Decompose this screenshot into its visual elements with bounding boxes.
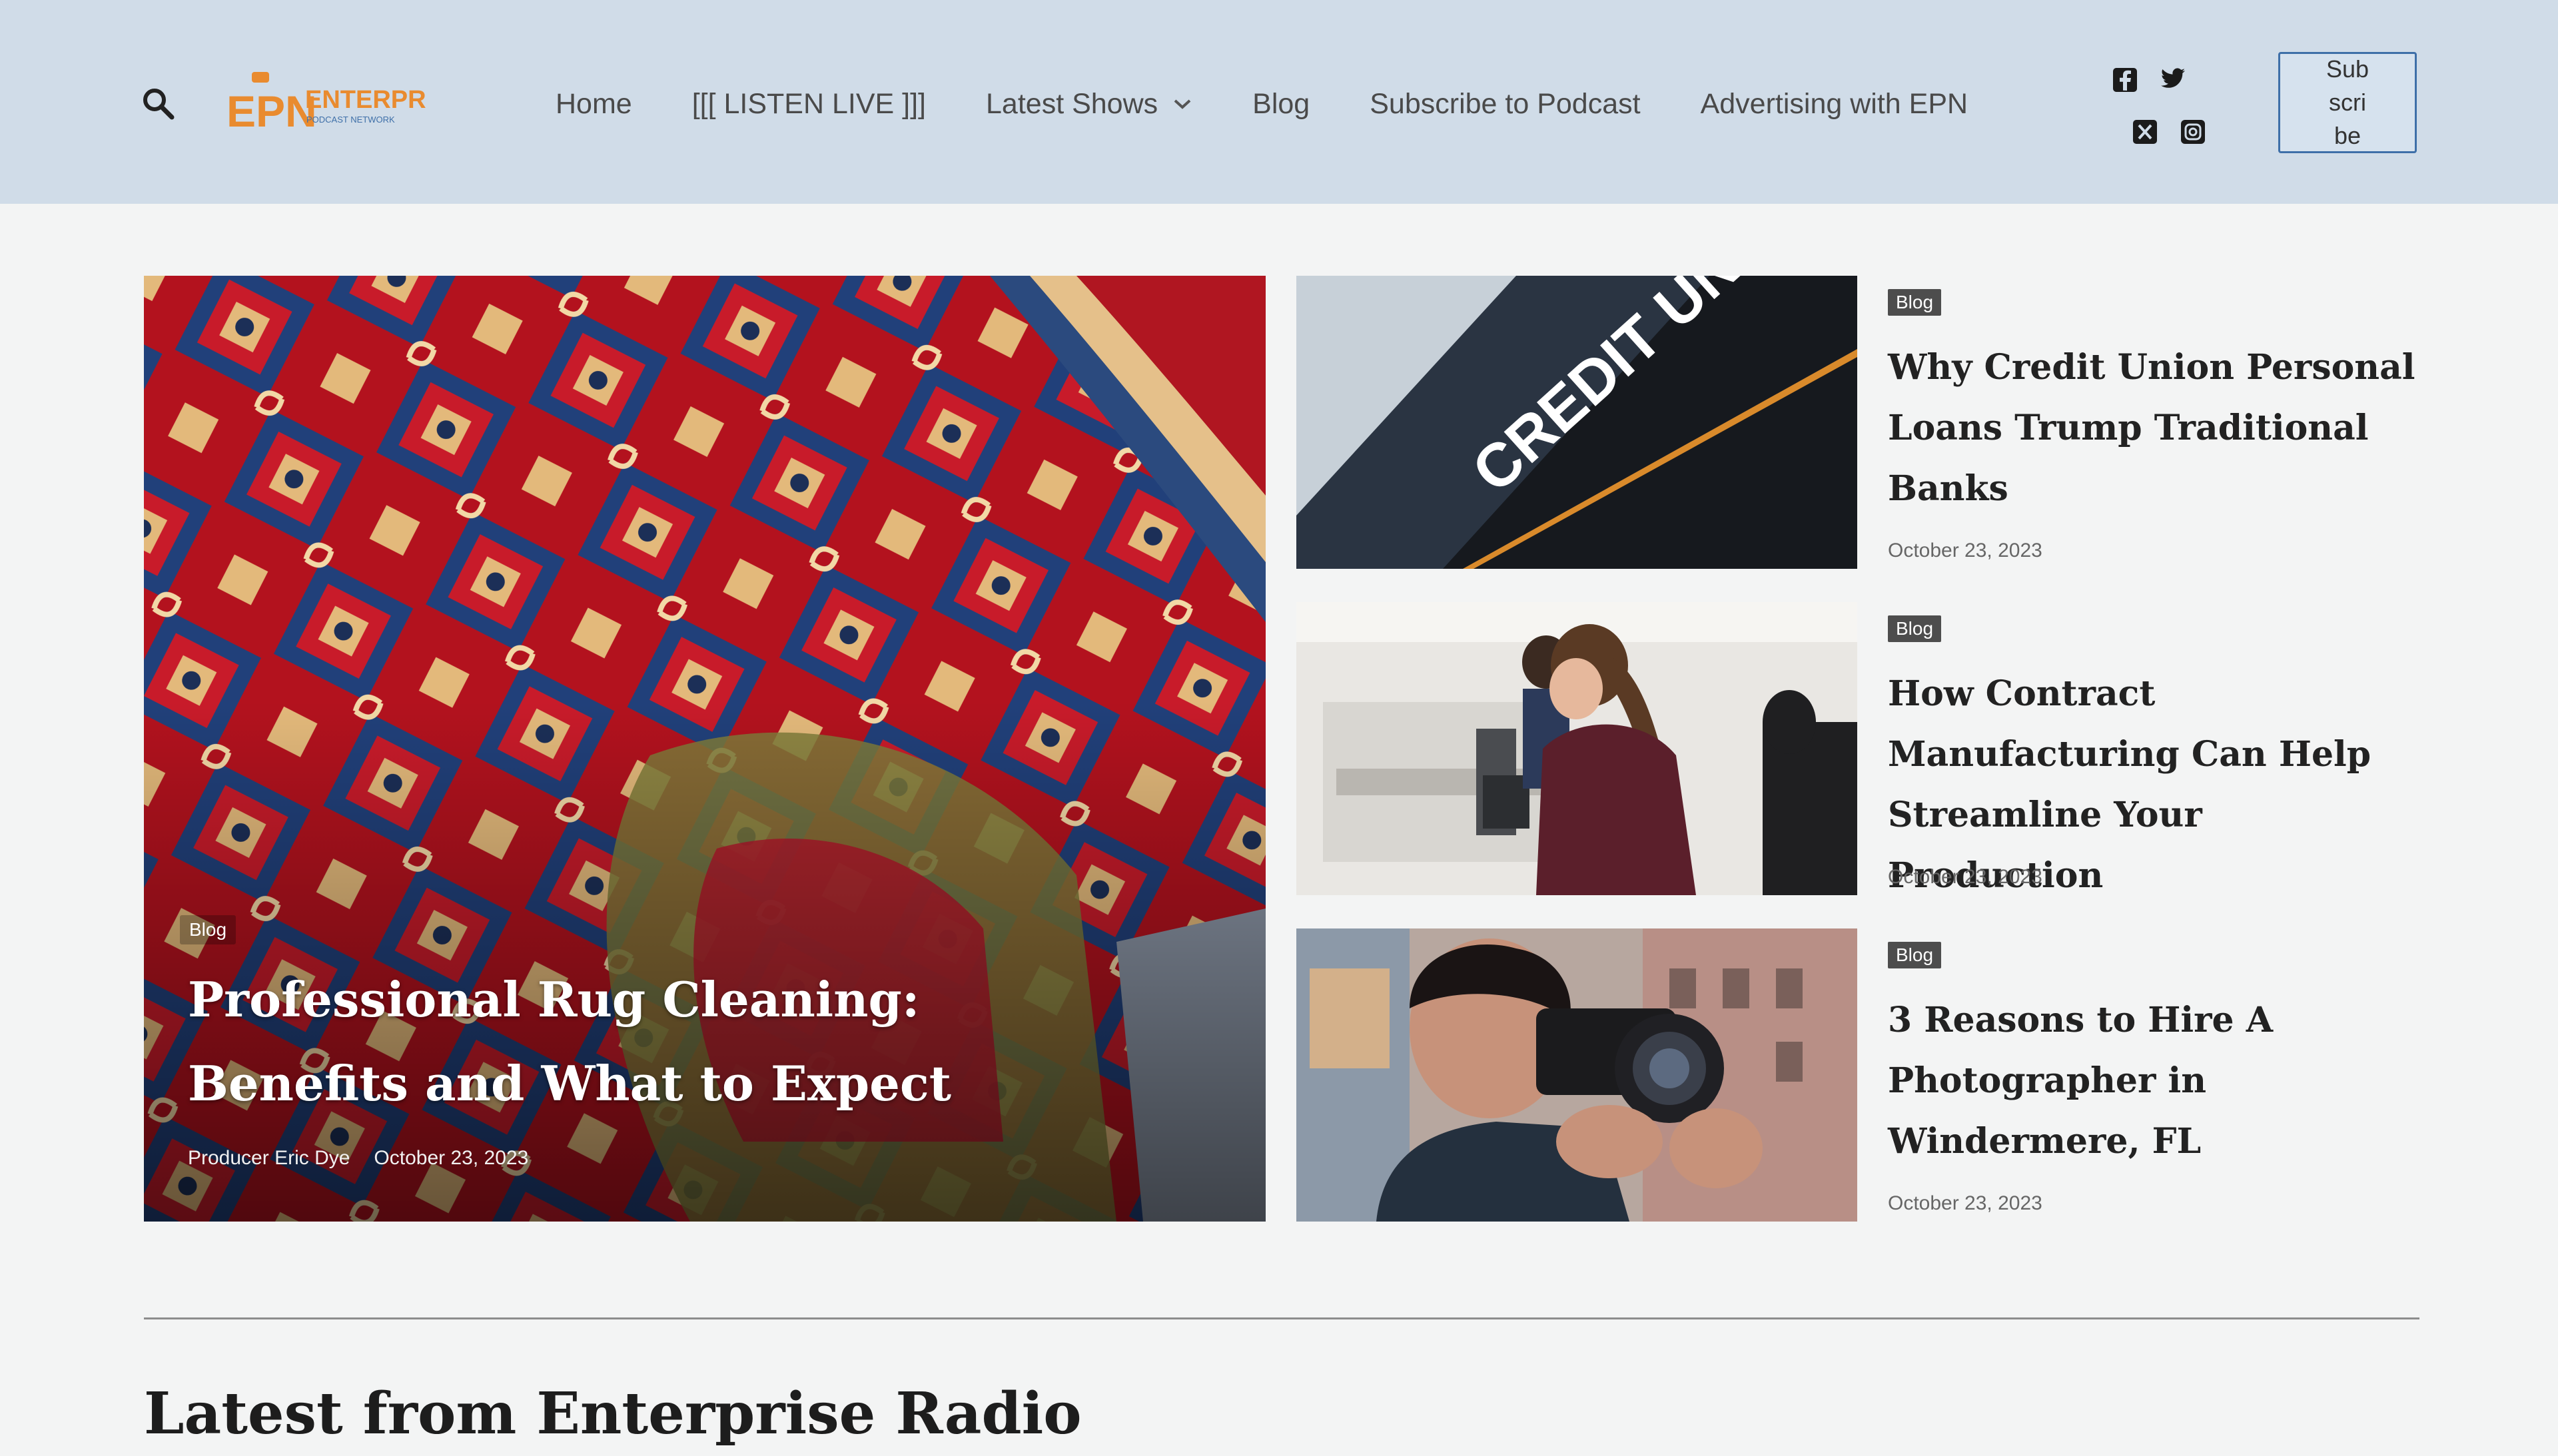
logo-secondary: ENTERPRISE (305, 86, 426, 114)
hero-category-badge[interactable]: Blog (180, 915, 236, 944)
post-3-category-badge[interactable]: Blog (1888, 942, 1942, 968)
hero-date: October 23, 2023 (374, 1147, 529, 1169)
post-1-image[interactable]: CREDIT UNION (1296, 276, 1857, 569)
credit-union-sign-image: CREDIT UNION (1296, 276, 1857, 569)
section-divider (144, 1317, 2419, 1319)
facebook-icon[interactable] (2112, 67, 2138, 93)
site-header: EPN ENTERPRISE PODCAST NETWORK Home [[[ … (0, 0, 2558, 204)
post-2-date: October 23, 2023 (1888, 866, 2042, 888)
post-1-category-badge[interactable]: Blog (1888, 289, 1942, 316)
post-3-date: October 23, 2023 (1888, 1192, 2042, 1214)
nav-label: [[[ LISTEN LIVE ]]] (691, 87, 926, 120)
post-2-image[interactable] (1296, 602, 1857, 895)
hero-title[interactable]: Professional Rug Cleaning: Benefits and … (188, 958, 1147, 1126)
nav-item-subscribe-podcast[interactable]: Subscribe to Podcast (1370, 88, 1640, 121)
hero-author[interactable]: Producer Eric Dye (188, 1147, 350, 1169)
post-2-category-badge[interactable]: Blog (1888, 615, 1942, 642)
subscribe-label: Subscribe (2326, 55, 2369, 149)
post-3-image[interactable] (1296, 928, 1857, 1222)
post-1-date: October 23, 2023 (1888, 540, 2042, 561)
manufacturing-workers-image (1296, 602, 1857, 895)
social-links (2105, 64, 2205, 151)
site-logo[interactable]: EPN ENTERPRISE PODCAST NETWORK (226, 67, 467, 140)
photographer-image (1296, 928, 1857, 1222)
nav-label: Subscribe to Podcast (1370, 87, 1641, 120)
nav-label: Latest Shows (986, 87, 1158, 120)
nav-label: Advertising with EPN (1700, 87, 1968, 120)
post-1-title[interactable]: Why Credit Union Personal Loans Trump Tr… (1888, 337, 2421, 519)
nav-item-blog[interactable]: Blog (1252, 88, 1310, 121)
nav-item-advertising[interactable]: Advertising with EPN (1701, 88, 1968, 121)
post-3-title[interactable]: 3 Reasons to Hire A Photographer in Wind… (1888, 990, 2421, 1172)
twitter-icon[interactable] (2160, 65, 2186, 92)
section-title: Latest from Enterprise Radio (144, 1380, 1082, 1447)
nav-label: Blog (1252, 87, 1310, 120)
instagram-icon[interactable] (2180, 119, 2206, 145)
nav-item-listen-live[interactable]: [[[ LISTEN LIVE ]]] (692, 88, 926, 121)
logo-tagline: PODCAST NETWORK (306, 115, 395, 125)
nav-item-home[interactable]: Home (556, 88, 632, 121)
nav-item-latest-shows[interactable]: Latest Shows (986, 88, 1192, 121)
main-nav: Home [[[ LISTEN LIVE ]]] Latest Shows Bl… (556, 84, 2028, 124)
chevron-down-icon (1174, 99, 1191, 109)
subscribe-button[interactable]: Subscribe (2278, 52, 2417, 153)
epn-logo-mark: EPN ENTERPRISE PODCAST NETWORK (226, 72, 467, 136)
logo-primary: EPN (226, 87, 317, 136)
nav-label: Home (556, 87, 632, 120)
x-icon[interactable] (2132, 119, 2158, 145)
hero-meta: Producer Eric Dye October 23, 2023 (188, 1147, 528, 1170)
search-icon[interactable] (139, 84, 179, 124)
